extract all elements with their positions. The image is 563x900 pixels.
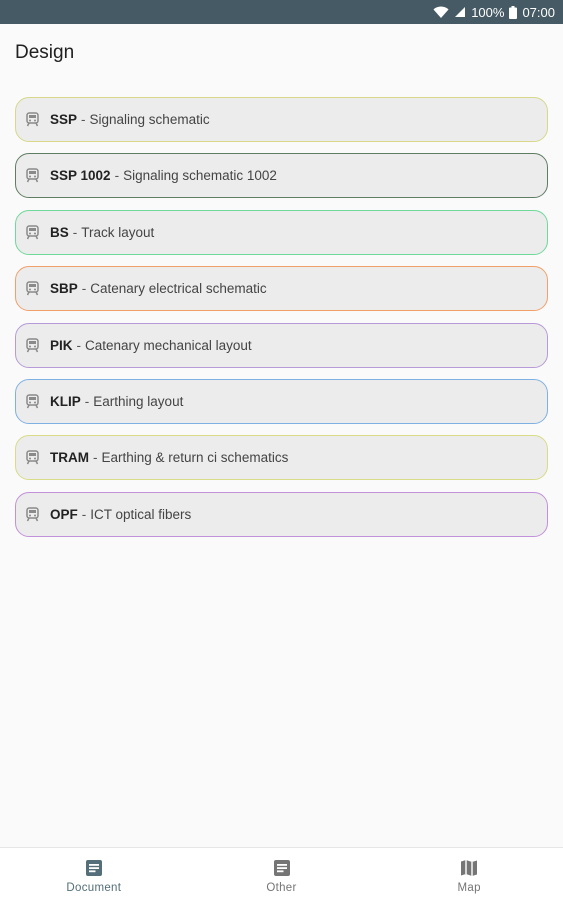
nav-document-label: Document <box>66 882 122 894</box>
map-icon <box>459 858 479 878</box>
list-item-bs[interactable]: BS - Track layout <box>15 209 548 255</box>
item-description: Earthing layout <box>93 393 184 409</box>
item-description: ICT optical fibers <box>90 506 192 522</box>
item-code: SSP 1002 <box>50 168 111 184</box>
item-description: Signaling schematic 1002 <box>123 168 277 184</box>
item-separator: - <box>76 337 82 353</box>
item-code: PIK <box>50 337 73 353</box>
wifi-icon <box>433 6 449 19</box>
item-description: Catenary electrical schematic <box>90 281 267 297</box>
train-icon <box>24 280 41 297</box>
item-description: Catenary mechanical layout <box>85 337 252 353</box>
train-icon <box>24 393 41 410</box>
signal-icon <box>454 6 466 18</box>
list-item-klip[interactable]: KLIP - Earthing layout <box>15 378 548 424</box>
train-icon <box>24 111 41 128</box>
item-separator: - <box>81 281 87 297</box>
list-item-ssp-1002[interactable]: SSP 1002- Signaling schematic 1002 <box>15 153 548 199</box>
item-code: TRAM <box>50 450 89 466</box>
item-code: OPF <box>50 506 78 522</box>
clock: 07:00 <box>522 4 555 20</box>
battery-percent: 100% <box>471 4 505 20</box>
page-title: Design <box>15 42 75 63</box>
item-code: KLIP <box>50 393 81 409</box>
battery-icon <box>509 5 518 19</box>
item-code: SBP <box>50 281 78 297</box>
item-separator: - <box>72 224 78 240</box>
bottom-navigation: Document Other Map <box>0 847 563 900</box>
train-icon <box>24 337 41 354</box>
nav-other[interactable]: Other <box>188 848 376 900</box>
item-description: Track layout <box>81 224 155 240</box>
document-icon <box>84 858 104 878</box>
item-code: BS <box>50 224 69 240</box>
status-bar: 100% 07:00 <box>0 0 563 24</box>
list-item-sbp[interactable]: SBP - Catenary electrical schematic <box>15 266 548 312</box>
item-description: Signaling schematic <box>89 112 210 127</box>
list-icon <box>272 858 292 878</box>
item-description: Earthing & return ci schematics <box>101 450 289 466</box>
train-icon <box>24 506 41 523</box>
item-separator: - <box>84 393 90 409</box>
list-item-ssp[interactable]: SSP - Signaling schematic <box>15 97 548 142</box>
nav-document[interactable]: Document <box>0 848 188 900</box>
list-item-opf[interactable]: OPF - ICT optical fibers <box>15 491 548 537</box>
item-separator: - <box>81 506 87 522</box>
train-icon <box>24 224 41 241</box>
list-item-tram[interactable]: TRAM - Earthing & return ci schematics <box>15 435 548 481</box>
nav-map-label: Map <box>457 882 481 894</box>
item-code: SSP <box>50 112 78 127</box>
item-separator: - <box>81 112 86 127</box>
item-separator: - <box>93 450 98 466</box>
nav-other-label: Other <box>266 882 297 894</box>
train-icon <box>24 449 41 466</box>
nav-map[interactable]: Map <box>375 848 563 900</box>
list-item-pik[interactable]: PIK - Catenary mechanical layout <box>15 322 548 368</box>
item-separator: - <box>114 168 120 184</box>
train-icon <box>24 167 41 184</box>
design-list: SSP - Signaling schematic SSP 1002- Signalin… <box>15 97 548 548</box>
